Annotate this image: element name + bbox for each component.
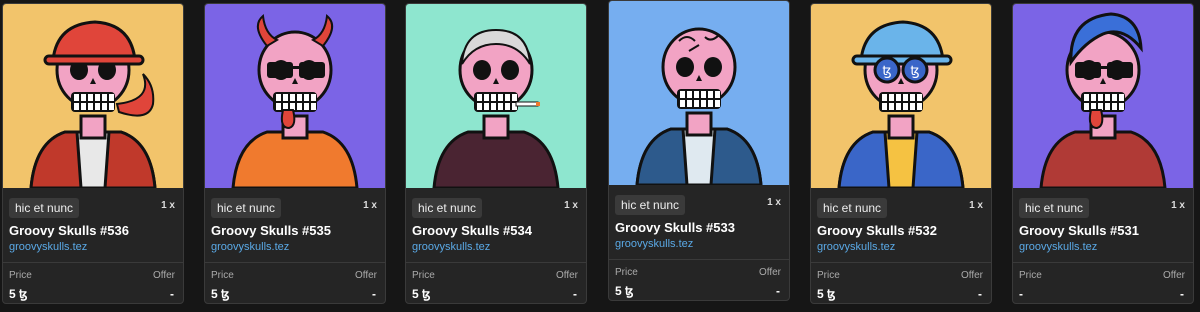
- card-info: hic et nunc 1 x Groovy Skulls #532 groov…: [811, 188, 991, 303]
- card-info: hic et nunc 1 x Groovy Skulls #533 groov…: [609, 185, 789, 300]
- nft-artwork[interactable]: [3, 4, 183, 188]
- nft-artwork[interactable]: ꜩꜩ: [811, 4, 991, 188]
- offer-label: Offer: [354, 270, 377, 281]
- nft-card[interactable]: hic et nunc 1 x Groovy Skulls #533 groov…: [608, 0, 790, 301]
- nft-title[interactable]: Groovy Skulls #531: [1019, 223, 1139, 238]
- price-label: Price: [9, 270, 32, 281]
- nft-card[interactable]: hic et nunc 1 x Groovy Skulls #534 groov…: [405, 3, 587, 304]
- creator-link[interactable]: groovyskulls.tez: [211, 241, 289, 253]
- offer-value: -: [776, 284, 780, 298]
- offer-value: -: [573, 287, 577, 301]
- card-info: hic et nunc 1 x Groovy Skulls #534 groov…: [406, 188, 586, 303]
- divider: [406, 262, 586, 263]
- nft-title[interactable]: Groovy Skulls #535: [211, 223, 331, 238]
- offer-value: -: [1180, 287, 1184, 301]
- nft-title[interactable]: Groovy Skulls #533: [615, 220, 735, 235]
- offer-value: -: [978, 287, 982, 301]
- nft-artwork[interactable]: [205, 4, 385, 188]
- edition-quantity: 1 x: [969, 200, 983, 211]
- price-value: -: [1019, 287, 1023, 301]
- marketplace-badge: hic et nunc: [615, 195, 686, 215]
- offer-value: -: [170, 287, 174, 301]
- nft-card[interactable]: hic et nunc 1 x Groovy Skulls #536 groov…: [2, 3, 184, 304]
- creator-link[interactable]: groovyskulls.tez: [615, 238, 693, 250]
- marketplace-badge: hic et nunc: [211, 198, 282, 218]
- edition-quantity: 1 x: [363, 200, 377, 211]
- creator-link[interactable]: groovyskulls.tez: [1019, 241, 1097, 253]
- card-info: hic et nunc 1 x Groovy Skulls #531 groov…: [1013, 188, 1193, 303]
- svg-text:ꜩ: ꜩ: [910, 64, 919, 79]
- nft-title[interactable]: Groovy Skulls #532: [817, 223, 937, 238]
- edition-quantity: 1 x: [767, 197, 781, 208]
- price-label: Price: [211, 270, 234, 281]
- creator-link[interactable]: groovyskulls.tez: [9, 241, 87, 253]
- nft-title[interactable]: Groovy Skulls #536: [9, 223, 129, 238]
- offer-label: Offer: [758, 267, 781, 278]
- offer-label: Offer: [555, 270, 578, 281]
- edition-quantity: 1 x: [161, 200, 175, 211]
- price-label: Price: [1019, 270, 1042, 281]
- price-value: 5 ꜩ: [615, 284, 634, 298]
- divider: [3, 262, 183, 263]
- card-info: hic et nunc 1 x Groovy Skulls #535 groov…: [205, 188, 385, 303]
- creator-link[interactable]: groovyskulls.tez: [817, 241, 895, 253]
- nft-card[interactable]: hic et nunc 1 x Groovy Skulls #531 groov…: [1012, 3, 1194, 304]
- offer-label: Offer: [152, 270, 175, 281]
- divider: [811, 262, 991, 263]
- nft-artwork[interactable]: [609, 1, 789, 185]
- card-info: hic et nunc 1 x Groovy Skulls #536 groov…: [3, 188, 183, 303]
- divider: [1013, 262, 1193, 263]
- price-value: 5 ꜩ: [817, 287, 836, 301]
- edition-quantity: 1 x: [1171, 200, 1185, 211]
- marketplace-badge: hic et nunc: [1019, 198, 1090, 218]
- price-value: 5 ꜩ: [412, 287, 431, 301]
- nft-card[interactable]: hic et nunc 1 x Groovy Skulls #535 groov…: [204, 3, 386, 304]
- edition-quantity: 1 x: [564, 200, 578, 211]
- price-label: Price: [817, 270, 840, 281]
- divider: [609, 259, 789, 260]
- marketplace-badge: hic et nunc: [412, 198, 483, 218]
- price-label: Price: [412, 270, 435, 281]
- divider: [205, 262, 385, 263]
- offer-label: Offer: [1162, 270, 1185, 281]
- price-value: 5 ꜩ: [9, 287, 28, 301]
- marketplace-badge: hic et nunc: [817, 198, 888, 218]
- nft-title[interactable]: Groovy Skulls #534: [412, 223, 532, 238]
- nft-artwork[interactable]: [1013, 4, 1193, 188]
- nft-artwork[interactable]: [406, 4, 586, 188]
- offer-value: -: [372, 287, 376, 301]
- offer-label: Offer: [960, 270, 983, 281]
- svg-text:ꜩ: ꜩ: [882, 64, 891, 79]
- price-label: Price: [615, 267, 638, 278]
- creator-link[interactable]: groovyskulls.tez: [412, 241, 490, 253]
- nft-card[interactable]: ꜩꜩ hic et nunc 1 x Groovy Skulls #532 gr…: [810, 3, 992, 304]
- marketplace-badge: hic et nunc: [9, 198, 80, 218]
- price-value: 5 ꜩ: [211, 287, 230, 301]
